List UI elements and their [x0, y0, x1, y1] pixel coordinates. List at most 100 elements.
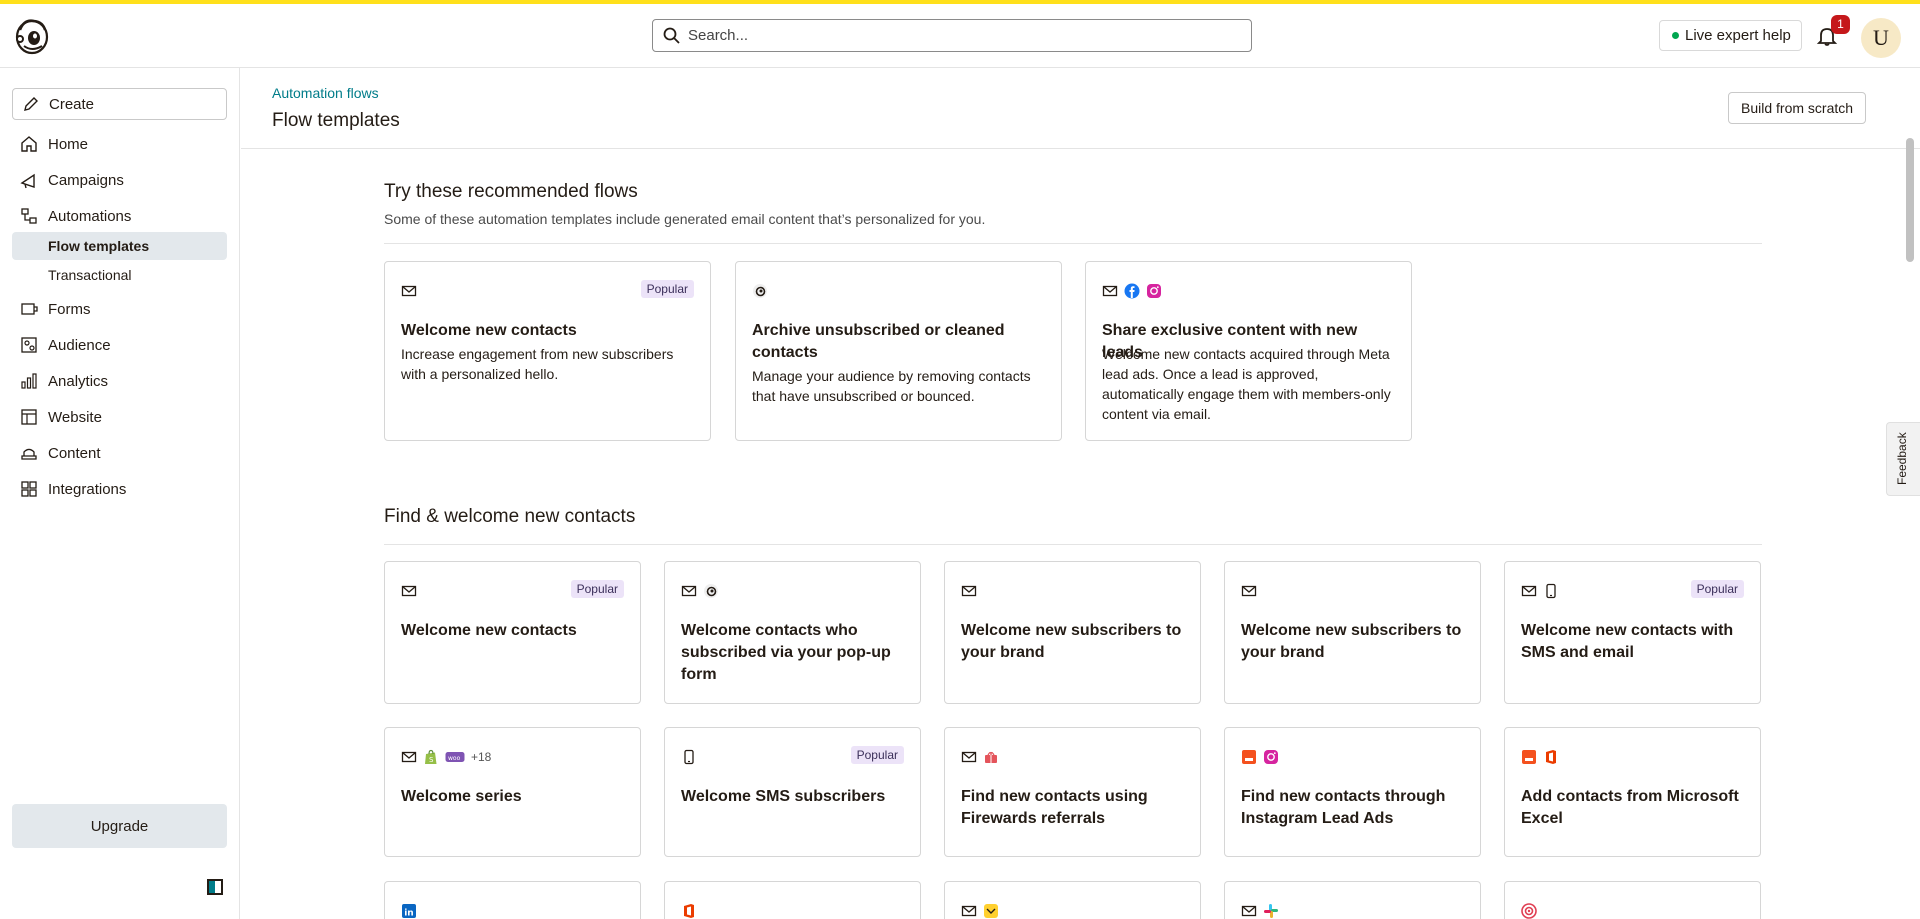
breadcrumb[interactable]: Automation flows	[272, 85, 379, 101]
sidebar-item-automations[interactable]: Automations	[12, 202, 227, 230]
integration-icons	[1521, 901, 1537, 919]
collapse-sidebar-icon[interactable]	[207, 879, 223, 895]
sidebar-item-forms[interactable]: Forms	[12, 295, 227, 323]
popular-badge: Popular	[1690, 580, 1744, 598]
card-title: Welcome series	[401, 788, 522, 805]
woo-icon: woo	[445, 749, 465, 765]
feedback-tab[interactable]: Feedback	[1886, 422, 1920, 496]
sidebar-item-content[interactable]: Content	[12, 439, 227, 467]
mailchimp-icon	[703, 583, 719, 599]
sidebar-item-transactional[interactable]: Transactional	[12, 261, 227, 289]
integration-icons	[961, 581, 977, 601]
flow-template-card[interactable]: Swoo +18 Welcome series	[384, 727, 641, 857]
phone-icon	[1543, 583, 1559, 599]
pencil-icon	[24, 97, 38, 111]
integration-icons: in	[401, 901, 417, 919]
avatar[interactable]: U	[1861, 18, 1901, 58]
integration-icons	[401, 581, 417, 601]
sidebar-item-label: Home	[48, 135, 89, 153]
mail-icon	[961, 903, 977, 919]
card-title: Archive unsubscribed or cleaned contacts	[752, 322, 1005, 361]
flow-template-card[interactable]: Popular Welcome SMS subscribers	[664, 727, 921, 857]
website-icon	[21, 409, 37, 425]
search-input[interactable]	[688, 27, 1228, 44]
integration-icons	[961, 747, 999, 767]
integration-icons	[1521, 747, 1559, 767]
recommended-flow-card[interactable]: Archive unsubscribed or cleaned contacts…	[735, 261, 1062, 441]
card-title: Welcome SMS subscribers	[681, 788, 886, 805]
flow-template-card[interactable]	[1224, 881, 1481, 919]
megaphone-icon	[20, 173, 35, 189]
find-section-title: Find & welcome new contacts	[384, 506, 636, 527]
flow-template-card[interactable]	[664, 881, 921, 919]
integration-icons	[681, 581, 719, 601]
sidebar-item-label: Content	[48, 444, 101, 462]
flow-template-card[interactable]: Welcome contacts who subscribed via your…	[664, 561, 921, 704]
card-title: Welcome new subscribers to your brand	[961, 622, 1182, 661]
popular-badge: Popular	[640, 280, 694, 298]
card-title: Welcome new contacts	[401, 622, 577, 639]
integration-icons	[1102, 281, 1162, 301]
mailchimp-icon	[752, 283, 768, 299]
sidebar-item-label: Analytics	[48, 372, 109, 390]
section-divider	[384, 544, 1762, 545]
integration-icons	[401, 281, 417, 301]
popular-badge: Popular	[570, 580, 624, 598]
mailchimp-logo-icon[interactable]	[12, 16, 52, 56]
integration-icons	[752, 281, 768, 301]
page-header: Automation flows Flow templates Build fr…	[241, 68, 1920, 149]
flow-template-card[interactable]: in	[384, 881, 641, 919]
card-title: Add contacts from Microsoft Excel	[1521, 788, 1739, 827]
card-title: Find new contacts using Firewards referr…	[961, 788, 1148, 827]
office-icon	[681, 903, 697, 919]
sidebar-item-analytics[interactable]: Analytics	[12, 367, 227, 395]
card-title: Welcome new contacts with SMS and email	[1521, 622, 1734, 661]
svg-text:in: in	[404, 909, 414, 919]
flow-template-card[interactable]: Welcome new subscribers to your brand	[944, 561, 1201, 704]
upgrade-button[interactable]: Upgrade	[12, 804, 227, 848]
card-description: Increase engagement from new subscribers…	[401, 346, 674, 382]
flow-template-card[interactable]: Popular Welcome new contacts with SMS and…	[1504, 561, 1761, 704]
sidebar-item-website[interactable]: Website	[12, 403, 227, 431]
instagram-icon	[1263, 749, 1279, 765]
flow-template-card[interactable]: Find new contacts through Instagram Lead…	[1224, 727, 1481, 857]
audience-icon	[21, 337, 37, 353]
flow-template-card[interactable]: Find new contacts using Firewards referr…	[944, 727, 1201, 857]
recommended-flow-card[interactable]: Share exclusive content with new leads We…	[1085, 261, 1412, 441]
recommended-flow-card[interactable]: Popular Welcome new contacts Increase enga…	[384, 261, 711, 441]
sidebar-item-campaigns[interactable]: Campaigns	[12, 166, 227, 194]
integration-icons	[961, 901, 999, 919]
search-icon	[663, 27, 680, 44]
card-title: Find new contacts through Instagram Lead…	[1241, 788, 1446, 827]
sidebar-item-audience[interactable]: Audience	[12, 331, 227, 359]
mail-icon	[1241, 903, 1257, 919]
create-button[interactable]: Create	[12, 88, 227, 120]
integration-icons	[1241, 581, 1257, 601]
top-bar: Live expert help 1 U	[0, 4, 1920, 68]
flow-template-card[interactable]	[944, 881, 1201, 919]
flow-template-card[interactable]	[1504, 881, 1761, 919]
build-from-scratch-button[interactable]: Build from scratch	[1728, 92, 1867, 124]
mail-icon	[961, 583, 977, 599]
linkedin-icon: in	[401, 903, 417, 919]
mail-icon	[401, 283, 417, 299]
automations-icon	[21, 208, 37, 224]
mail-icon	[681, 583, 697, 599]
forms-icon	[21, 303, 38, 315]
integration-icons: Swoo +18	[401, 747, 491, 767]
search-bar[interactable]	[652, 19, 1252, 52]
online-status-dot	[1672, 32, 1679, 39]
scrollbar[interactable]	[1906, 138, 1914, 262]
feedback-label: Feedback	[1895, 432, 1909, 485]
flow-template-card[interactable]: Welcome new subscribers to your brand	[1224, 561, 1481, 704]
sidebar-item-home[interactable]: Home	[12, 130, 227, 158]
flow-template-card[interactable]: Popular Welcome new contacts	[384, 561, 641, 704]
mail-icon	[1102, 283, 1118, 299]
flow-template-card[interactable]: Add contacts from Microsoft Excel	[1504, 727, 1761, 857]
target-icon	[1521, 903, 1537, 919]
sidebar-item-integrations[interactable]: Integrations	[12, 475, 227, 503]
leadads-icon	[1241, 749, 1257, 765]
sidebar-item-flow-templates[interactable]: Flow templates	[12, 232, 227, 260]
firewards-icon	[983, 749, 999, 765]
live-expert-help-button[interactable]: Live expert help	[1659, 20, 1802, 51]
